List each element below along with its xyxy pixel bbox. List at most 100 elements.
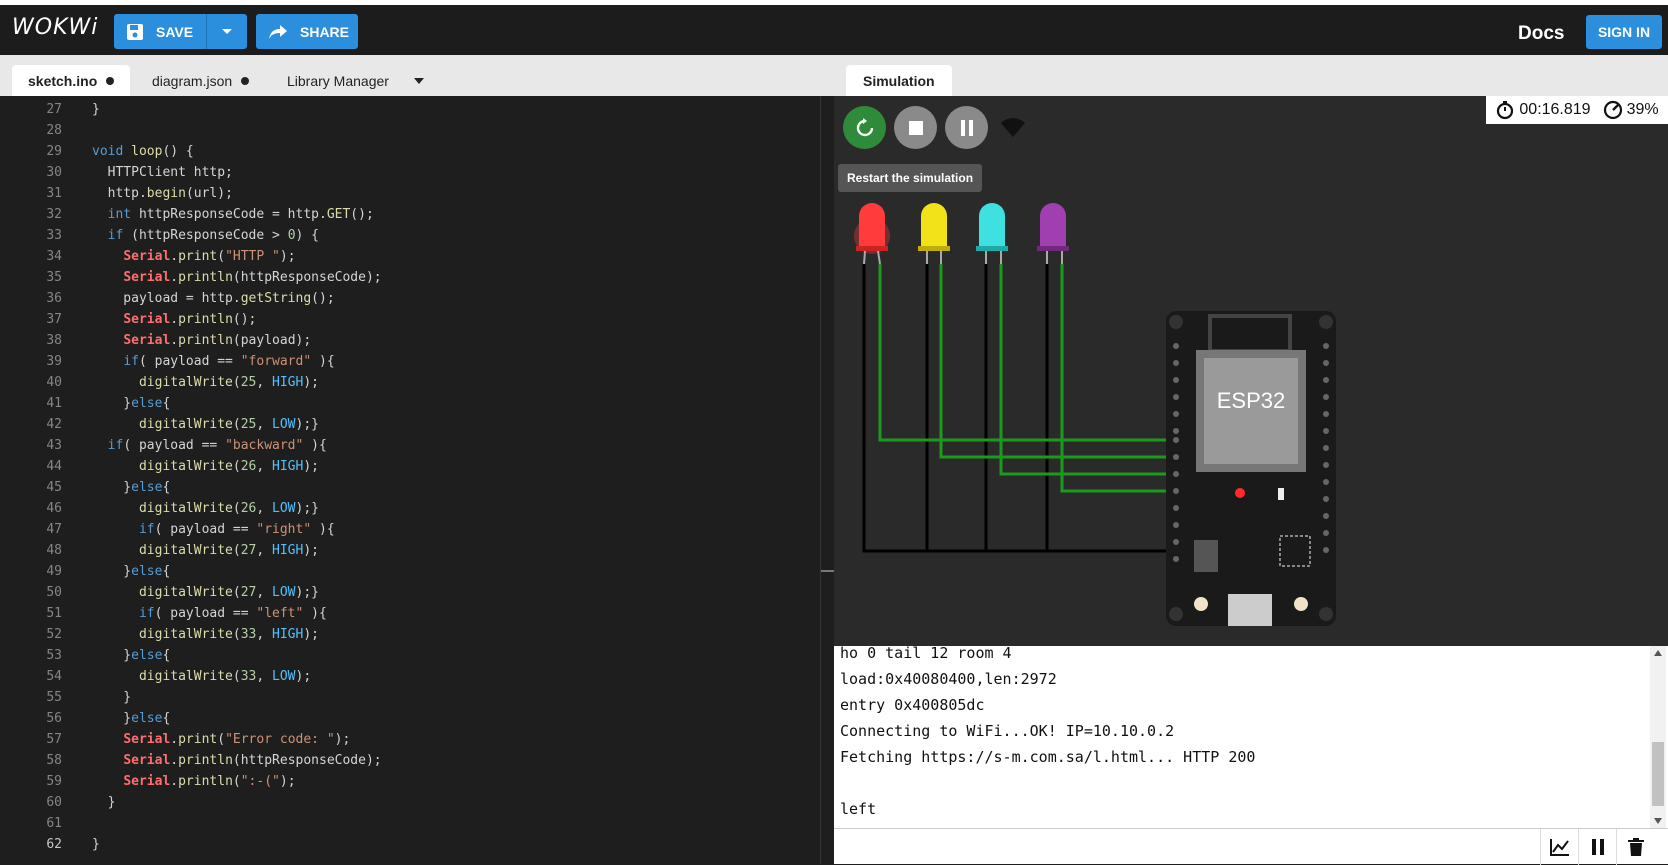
code-line[interactable]: Serial.println(":-("); <box>92 771 295 792</box>
code-line[interactable]: if( payload == "backward" ){ <box>92 435 327 456</box>
code-line[interactable]: } <box>92 834 100 855</box>
serial-scrollbar[interactable] <box>1650 646 1666 828</box>
line-number: 30 <box>46 165 62 180</box>
code-editor[interactable]: 27 28 29 30 31 32 33 34 35 36 37 38 39 4… <box>0 96 820 864</box>
code-line[interactable]: Serial.println(); <box>92 309 256 330</box>
serial-toolbar <box>834 828 1668 865</box>
code-line[interactable]: } <box>92 687 131 708</box>
code-line[interactable]: Serial.print("Error code: "); <box>92 729 350 750</box>
line-number: 57 <box>46 732 62 747</box>
code-line[interactable]: void loop() { <box>92 141 194 162</box>
serial-pause-button[interactable] <box>1578 829 1616 865</box>
code-line[interactable]: Serial.println(payload); <box>92 330 311 351</box>
code-line[interactable]: digitalWrite(27, HIGH); <box>92 540 319 561</box>
line-number: 38 <box>46 333 62 348</box>
line-number: 58 <box>46 753 62 768</box>
led-purple[interactable] <box>1037 203 1069 264</box>
share-button[interactable]: SHARE <box>256 14 358 49</box>
line-number: 47 <box>46 522 62 537</box>
code-line[interactable]: HTTPClient http; <box>92 162 233 183</box>
simulation-tab-bar: Simulation <box>834 55 1668 96</box>
code-line[interactable]: if( payload == "right" ){ <box>92 519 335 540</box>
code-line[interactable]: Serial.print("HTTP "); <box>92 246 295 267</box>
line-number: 54 <box>46 669 62 684</box>
code-line[interactable]: digitalWrite(33, LOW); <box>92 666 311 687</box>
code-line[interactable]: int httpResponseCode = http.GET(); <box>92 204 374 225</box>
line-number: 39 <box>46 354 62 369</box>
led-yellow[interactable] <box>918 203 950 264</box>
line-number: 36 <box>46 291 62 306</box>
line-number: 56 <box>46 711 62 726</box>
tabs-menu-button[interactable] <box>414 65 424 96</box>
sign-in-button[interactable]: SIGN IN <box>1586 15 1662 49</box>
code-line[interactable]: if (httpResponseCode > 0) { <box>92 225 319 246</box>
serial-input[interactable] <box>834 829 1540 865</box>
tab-diagram-json[interactable]: diagram.json <box>152 65 250 96</box>
line-number: 33 <box>46 228 62 243</box>
code-line[interactable]: } <box>92 792 116 813</box>
line-number: 29 <box>46 144 62 159</box>
serial-line: Fetching https://s-m.com.sa/l.html... HT… <box>840 748 1256 766</box>
share-label: SHARE <box>300 23 350 40</box>
led-red[interactable] <box>854 203 890 265</box>
tab-library-manager[interactable]: Library Manager <box>287 65 389 96</box>
code-line[interactable]: digitalWrite(26, HIGH); <box>92 456 319 477</box>
code-line[interactable]: Serial.println(httpResponseCode); <box>92 750 381 771</box>
line-number: 27 <box>46 102 62 117</box>
docs-link[interactable]: Docs <box>1518 23 1564 45</box>
tab-sketch-ino[interactable]: sketch.ino <box>12 65 131 96</box>
code-line[interactable]: }else{ <box>92 645 170 666</box>
line-number: 46 <box>46 501 62 516</box>
chevron-down-icon <box>222 28 232 34</box>
code-line[interactable]: digitalWrite(25, HIGH); <box>92 372 319 393</box>
signal-wires <box>878 264 1172 493</box>
line-number: 43 <box>46 438 62 453</box>
panel-resize-handle[interactable] <box>820 96 835 864</box>
code-line[interactable]: Serial.println(httpResponseCode); <box>92 267 381 288</box>
line-number: 51 <box>46 606 62 621</box>
code-line[interactable]: }else{ <box>92 477 170 498</box>
code-line[interactable]: }else{ <box>92 393 170 414</box>
unsaved-dot-icon <box>106 76 115 85</box>
ground-wires <box>862 264 1174 553</box>
plotter-button[interactable] <box>1540 829 1578 865</box>
save-label: SAVE <box>156 23 194 40</box>
line-number: 45 <box>46 480 62 495</box>
led-cyan[interactable] <box>976 203 1008 264</box>
trash-icon <box>1627 838 1644 856</box>
simulation-canvas[interactable]: 00:16.819 39% Restart the simulation ESP… <box>834 96 1668 646</box>
line-number: 40 <box>46 375 62 390</box>
line-number: 42 <box>46 417 62 432</box>
code-line[interactable]: digitalWrite(25, LOW);} <box>92 414 319 435</box>
tab-simulation[interactable]: Simulation <box>846 65 952 96</box>
serial-monitor[interactable]: ho 0 tail 12 room 4 load:0x40080400,len:… <box>834 646 1668 828</box>
code-line[interactable]: } <box>92 99 100 120</box>
code-line[interactable]: payload = http.getString(); <box>92 288 334 309</box>
esp32-board[interactable]: ESP32 <box>1166 311 1336 626</box>
unsaved-dot-icon <box>241 76 250 85</box>
line-number: 49 <box>46 564 62 579</box>
tab-label: Simulation <box>863 72 935 89</box>
editor-tab-bar: sketch.ino diagram.json Library Manager <box>0 55 834 96</box>
code-line[interactable]: if( payload == "forward" ){ <box>92 351 334 372</box>
circuit-diagram: ESP32 <box>854 203 1336 626</box>
save-button[interactable]: SAVE <box>114 14 206 49</box>
code-line[interactable]: digitalWrite(27, LOW);} <box>92 582 319 603</box>
code-line[interactable]: if( payload == "left" ){ <box>92 603 327 624</box>
code-line[interactable]: http.begin(url); <box>92 183 233 204</box>
line-number: 53 <box>46 648 62 663</box>
line-number: 32 <box>46 207 62 222</box>
line-number: 61 <box>46 816 62 831</box>
clear-serial-button[interactable] <box>1616 829 1654 865</box>
code-line[interactable]: digitalWrite(33, HIGH); <box>92 624 319 645</box>
code-line[interactable]: }else{ <box>92 708 170 729</box>
pause-icon <box>1591 839 1604 855</box>
line-number: 35 <box>46 270 62 285</box>
line-number: 48 <box>46 543 62 558</box>
line-number: 44 <box>46 459 62 474</box>
save-options-button[interactable] <box>206 14 247 49</box>
code-line[interactable]: }else{ <box>92 561 170 582</box>
code-line[interactable]: digitalWrite(26, LOW);} <box>92 498 319 519</box>
wokwi-logo[interactable]: WOKWi <box>12 15 98 40</box>
serial-line: ho 0 tail 12 room 4 <box>840 646 1012 662</box>
